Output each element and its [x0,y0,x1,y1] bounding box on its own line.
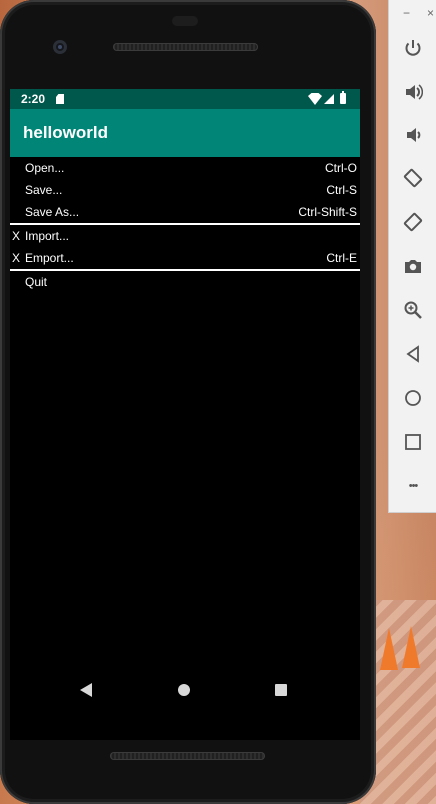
menu-item-label: Import... [25,229,70,243]
menu-item-shortcut: Ctrl-S [326,183,357,197]
signal-icon [324,94,334,104]
minimize-button[interactable]: − [403,6,410,20]
traffic-cone [402,626,420,668]
close-button[interactable]: × [427,6,434,20]
status-bar: 2:20 [10,89,360,109]
sd-card-icon [56,94,64,104]
menu-item-save-as[interactable]: Save As... Ctrl-Shift-S [10,201,360,223]
power-icon[interactable] [403,38,423,58]
app-title: helloworld [23,123,108,142]
volume-up-icon[interactable] [403,82,423,102]
menu-item-import[interactable]: X Import... [10,225,360,247]
overview-icon[interactable] [403,432,423,452]
menu-item-quit[interactable]: Quit [10,271,360,293]
camera-icon[interactable] [403,256,423,276]
rotate-right-icon[interactable] [403,212,423,232]
menu-list: Open... Ctrl-O Save... Ctrl-S Save As...… [10,157,360,293]
menu-item-open[interactable]: Open... Ctrl-O [10,157,360,179]
menu-item-check: X [12,251,21,265]
menu-item-shortcut: Ctrl-Shift-S [298,205,357,219]
menu-item-label: Quit [25,275,48,289]
back-icon[interactable] [403,344,423,364]
menu-item-shortcut: Ctrl-E [326,251,357,265]
menu-item-save[interactable]: Save... Ctrl-S [10,179,360,201]
traffic-cone [380,628,398,670]
volume-down-icon[interactable] [403,125,423,145]
phone-frame: 2:20 helloworld Open... Ctrl-O Save... C… [0,0,376,804]
menu-item-label: Open... [25,161,65,175]
phone-top-sensor [172,16,198,26]
battery-icon [340,91,346,104]
wifi-icon [308,93,322,105]
rotate-left-icon[interactable] [403,168,423,188]
menu-item-label: Save... [25,183,63,197]
status-time: 2:20 [21,92,46,106]
nav-back-icon[interactable] [80,683,92,697]
menu-item-emport[interactable]: X Emport... Ctrl-E [10,247,360,269]
app-bar: helloworld [10,109,360,157]
emulator-toolbar: − × ••• [388,0,436,513]
front-camera [53,40,67,54]
more-icon[interactable]: ••• [403,476,423,496]
menu-item-shortcut: Ctrl-O [325,161,357,175]
bottom-speaker [110,752,265,760]
zoom-icon[interactable] [403,300,423,320]
menu-item-label: Save As... [25,205,80,219]
nav-recents-icon[interactable] [275,684,287,696]
menu-item-label: Emport... [25,251,74,265]
phone-screen: 2:20 helloworld Open... Ctrl-O Save... C… [10,89,360,740]
nav-home-icon[interactable] [178,684,190,696]
menu-item-check: X [12,229,21,243]
home-icon[interactable] [403,388,423,408]
earpiece-speaker [113,43,258,51]
